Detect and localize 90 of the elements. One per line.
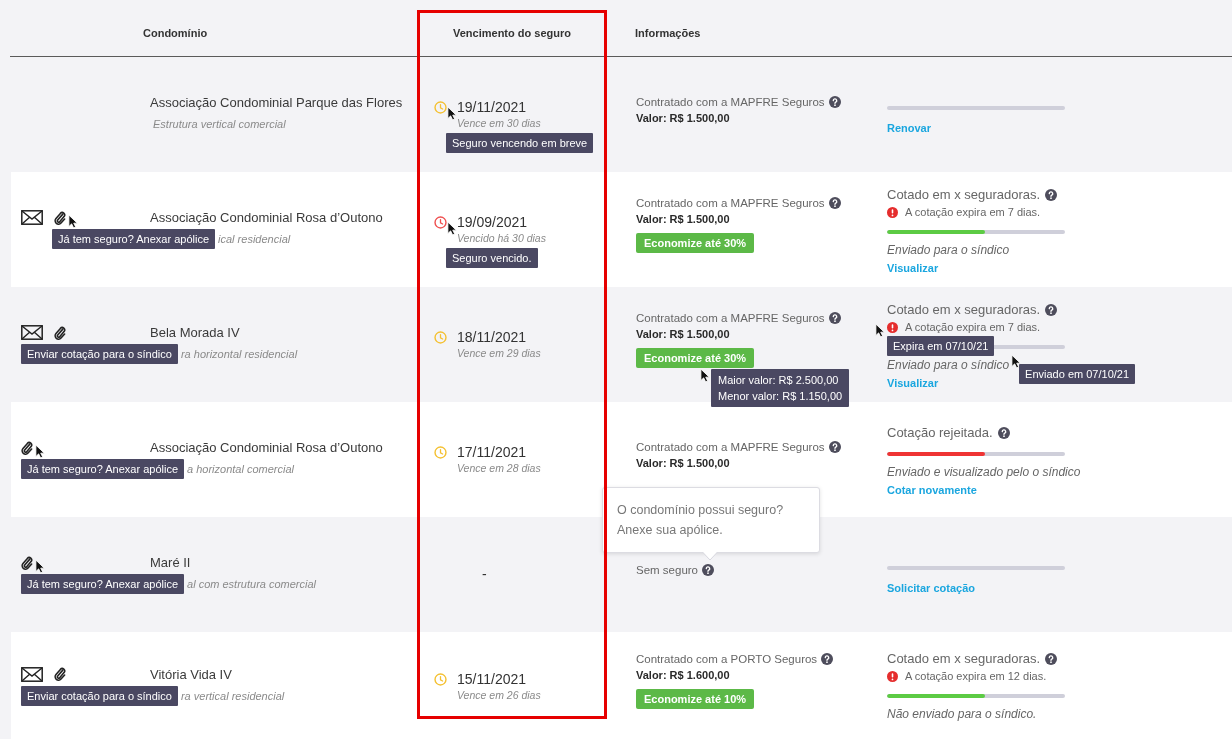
- expiry-note: Vence em 29 dias: [457, 346, 541, 360]
- condo-type: al com estrutura comercial: [187, 578, 317, 590]
- paperclip-icon[interactable]: [54, 324, 66, 341]
- paperclip-icon[interactable]: [21, 439, 33, 456]
- quote-status: Cotado em x seguradoras.: [887, 650, 1041, 668]
- tooltip: Já tem seguro? Anexar apólice: [21, 574, 185, 594]
- tooltip: Expira em 07/10/21: [887, 335, 995, 356]
- warning-text: A cotação expira em 7 dias.: [905, 319, 1041, 335]
- condo-name: Associação Condominial Rosa d’Outono: [150, 210, 383, 225]
- help-icon[interactable]: [828, 196, 841, 209]
- caret-icon: [702, 551, 718, 561]
- tooltip: Seguro vencendo em breve: [446, 133, 594, 153]
- mail-icon[interactable]: [21, 666, 43, 682]
- insurer-text: Contratado com a MAPFRE Seguros: [636, 311, 825, 324]
- column-header: Informações: [635, 27, 701, 39]
- tooltip: Já tem seguro? Anexar apólice: [21, 459, 185, 479]
- condo-name: Maré II: [150, 555, 191, 570]
- condo-type: ical residencial: [218, 233, 291, 245]
- help-icon[interactable]: [828, 440, 841, 453]
- help-icon[interactable]: [828, 95, 841, 108]
- quote-status: Cotado em x seguradoras.: [887, 300, 1041, 319]
- expiry-date: 15/11/2021: [457, 670, 527, 688]
- expiry-note: Vence em 26 dias: [457, 687, 541, 702]
- expiry-date: 18/11/2021: [457, 329, 527, 346]
- expiry-note: Vence em 30 dias: [457, 116, 541, 130]
- expiry-date: 17/11/2021: [457, 444, 527, 461]
- value-text: Valor: R$ 1.500,00: [636, 111, 730, 124]
- warning-text: A cotação expira em 7 dias.: [905, 204, 1041, 220]
- paperclip-icon[interactable]: [54, 209, 66, 226]
- tooltip: Seguro vencido.: [446, 248, 538, 268]
- quote-link[interactable]: Visualizar: [887, 376, 939, 389]
- mail-icon[interactable]: [21, 325, 43, 340]
- savings-badge: Economize até 30%: [636, 347, 755, 368]
- insurer-text: Contratado com a MAPFRE Seguros: [636, 95, 825, 108]
- quote-note: Enviado e visualizado pelo o síndico: [887, 463, 1081, 480]
- quote-link[interactable]: Cotar novamente: [887, 483, 977, 496]
- popover: O condomínio possui seguro? Anexe sua apólice.: [602, 486, 820, 553]
- condo-name: Vitória Vida IV: [150, 666, 232, 682]
- condo-name: Associação Condominial Parque das Flores: [150, 95, 403, 110]
- expiry-date: 19/11/2021: [457, 99, 527, 116]
- value-text: Valor: R$ 1.500,00: [636, 456, 730, 469]
- expiry-date: -: [482, 566, 487, 583]
- tooltip: Já tem seguro? Anexar apólice: [52, 229, 216, 249]
- expiry-note: Vencido há 30 dias: [457, 231, 546, 245]
- paperclip-icon[interactable]: [21, 554, 33, 571]
- expiry-date: 19/09/2021: [457, 214, 528, 231]
- quote-status: Cotação rejeitada.: [887, 423, 993, 442]
- value-text: Valor: R$ 1.500,00: [636, 212, 730, 225]
- quote-link[interactable]: Visualizar: [887, 261, 939, 274]
- tooltip: Enviar cotação para o síndico: [21, 344, 178, 364]
- insurer-text: Contratado com a MAPFRE Seguros: [636, 440, 825, 453]
- insurer-text: Sem seguro: [636, 563, 698, 576]
- quote-note: Enviado para o síndico: [887, 356, 1010, 373]
- help-icon[interactable]: [1045, 188, 1058, 201]
- tooltip: Enviar cotação para o síndico: [21, 685, 178, 706]
- condo-type: ra vertical residencial: [180, 689, 285, 702]
- quote-link[interactable]: Renovar: [887, 121, 932, 134]
- quote-note: Não enviado para o síndico.: [887, 706, 1037, 722]
- help-icon[interactable]: [821, 653, 834, 665]
- quote-status: Cotado em x seguradoras.: [887, 185, 1041, 204]
- expiry-note: Vence em 28 dias: [457, 461, 541, 475]
- insurer-text: Contratado com a MAPFRE Seguros: [636, 196, 825, 209]
- tooltip-text: Maior valor: R$ 2.500,00: [718, 372, 839, 388]
- savings-badge: Economize até 10%: [636, 689, 755, 709]
- condo-type: a horizontal comercial: [187, 463, 295, 475]
- help-icon[interactable]: [1045, 653, 1058, 665]
- quote-link[interactable]: Solicitar cotação: [887, 581, 976, 594]
- tooltip: Enviado em 07/10/21: [1019, 363, 1136, 384]
- quote-note: Enviado para o síndico: [887, 241, 1010, 258]
- value-text: Valor: R$ 1.600,00: [636, 669, 730, 681]
- help-icon[interactable]: [828, 311, 841, 324]
- column-header: Condomínio: [143, 27, 208, 39]
- warning-icon: [887, 671, 898, 682]
- condo-type: Estrutura vertical comercial: [153, 118, 286, 130]
- paperclip-icon[interactable]: [54, 666, 66, 682]
- warning-icon: [887, 321, 898, 333]
- condo-type: ra horizontal residencial: [180, 348, 298, 360]
- help-icon[interactable]: [1045, 303, 1058, 316]
- warning-icon: [887, 206, 898, 218]
- condo-name: Bela Morada IV: [150, 325, 240, 340]
- warning-text: A cotação expira em 12 dias.: [905, 669, 1047, 684]
- value-text: Valor: R$ 1.500,00: [636, 327, 730, 340]
- insurer-text: Contratado com a PORTO Seguros: [636, 653, 818, 665]
- mail-icon[interactable]: [21, 210, 43, 225]
- column-header: Vencimento do seguro: [453, 27, 571, 39]
- condo-name: Associação Condominial Rosa d’Outono: [150, 440, 383, 455]
- savings-badge: Economize até 30%: [636, 232, 755, 253]
- help-icon[interactable]: [702, 563, 714, 576]
- help-icon[interactable]: [997, 426, 1010, 439]
- tooltip-text: Menor valor: R$ 1.150,00: [718, 388, 843, 404]
